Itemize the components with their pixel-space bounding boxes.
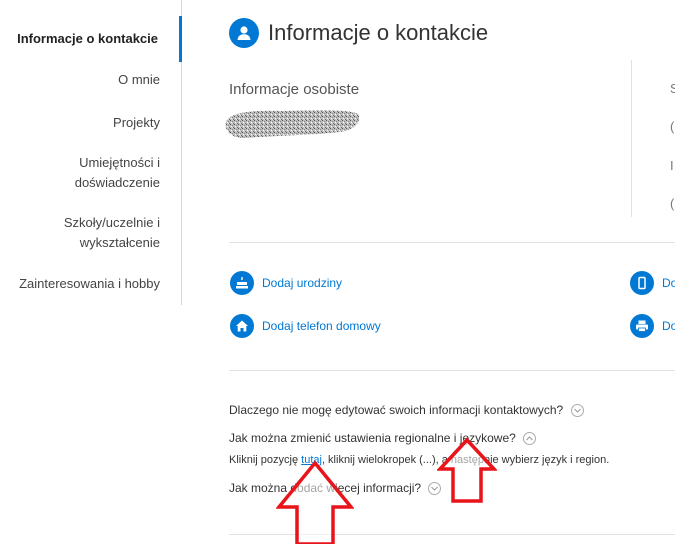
section-title-personal: Informacje osobiste (229, 81, 360, 98)
column-divider (631, 60, 632, 217)
sidebar-item-label: Zainteresowania i hobby (19, 276, 160, 291)
annotation-arrow-up-icon (276, 460, 354, 544)
person-icon (229, 18, 259, 48)
sidebar-nav: Informacje o kontakcie O mnie Projekty U… (0, 0, 182, 305)
redacted-name (222, 104, 362, 144)
clipped-text: ( (670, 119, 675, 134)
mobile-phone-icon (630, 271, 654, 295)
chevron-down-icon[interactable] (570, 404, 584, 418)
sidebar-item-label: doświadczenie (74, 175, 160, 190)
sidebar-item-about-me[interactable]: O mnie (118, 70, 160, 90)
add-birthday-button[interactable]: Dodaj urodziny (230, 271, 342, 295)
add-home-phone-label: Dodaj telefon domowy (262, 319, 381, 333)
annotation-arrow-up-icon (437, 437, 497, 503)
chevron-up-icon[interactable] (523, 432, 537, 446)
sidebar-item-label: wykształcenie (79, 235, 160, 250)
sidebar-item-projects[interactable]: Projekty (113, 113, 160, 133)
add-fax-label: Do (662, 319, 675, 333)
home-icon (230, 314, 254, 338)
add-home-phone-button[interactable]: Dodaj telefon domowy (230, 314, 381, 338)
add-mobile-phone-button[interactable]: Do (630, 271, 675, 295)
sidebar-item-skills[interactable]: Umiejętności i doświadczenie (75, 153, 160, 193)
divider (229, 370, 675, 371)
clipped-text: S (670, 81, 675, 96)
clipped-text: I (670, 158, 674, 173)
divider (229, 242, 675, 243)
sidebar-item-label: Szkoły/uczelnie i (63, 215, 160, 230)
clipped-text: ( (670, 196, 675, 211)
sidebar-item-label: Umiejętności i (79, 155, 160, 170)
sidebar-item-education[interactable]: Szkoły/uczelnie i wykształcenie (64, 213, 160, 253)
fax-icon (630, 314, 654, 338)
cake-icon (230, 271, 254, 295)
sidebar-item-label: Informacje o kontakcie (17, 31, 158, 46)
sidebar-item-label: O mnie (118, 72, 160, 87)
add-mobile-phone-label: Do (662, 276, 675, 290)
sidebar-item-label: Projekty (113, 115, 160, 130)
sidebar-item-contact-info[interactable]: Informacje o kontakcie (0, 16, 182, 62)
faq-question-text: Dlaczego nie mogę edytować swoich inform… (229, 403, 564, 417)
add-birthday-label: Dodaj urodziny (262, 276, 343, 290)
faq-question-edit[interactable]: Dlaczego nie mogę edytować swoich inform… (229, 403, 584, 418)
page-title: Informacje o kontakcie (268, 20, 489, 45)
add-fax-button[interactable]: Do (630, 314, 675, 338)
sidebar-item-interests[interactable]: Zainteresowania i hobby (19, 274, 160, 294)
